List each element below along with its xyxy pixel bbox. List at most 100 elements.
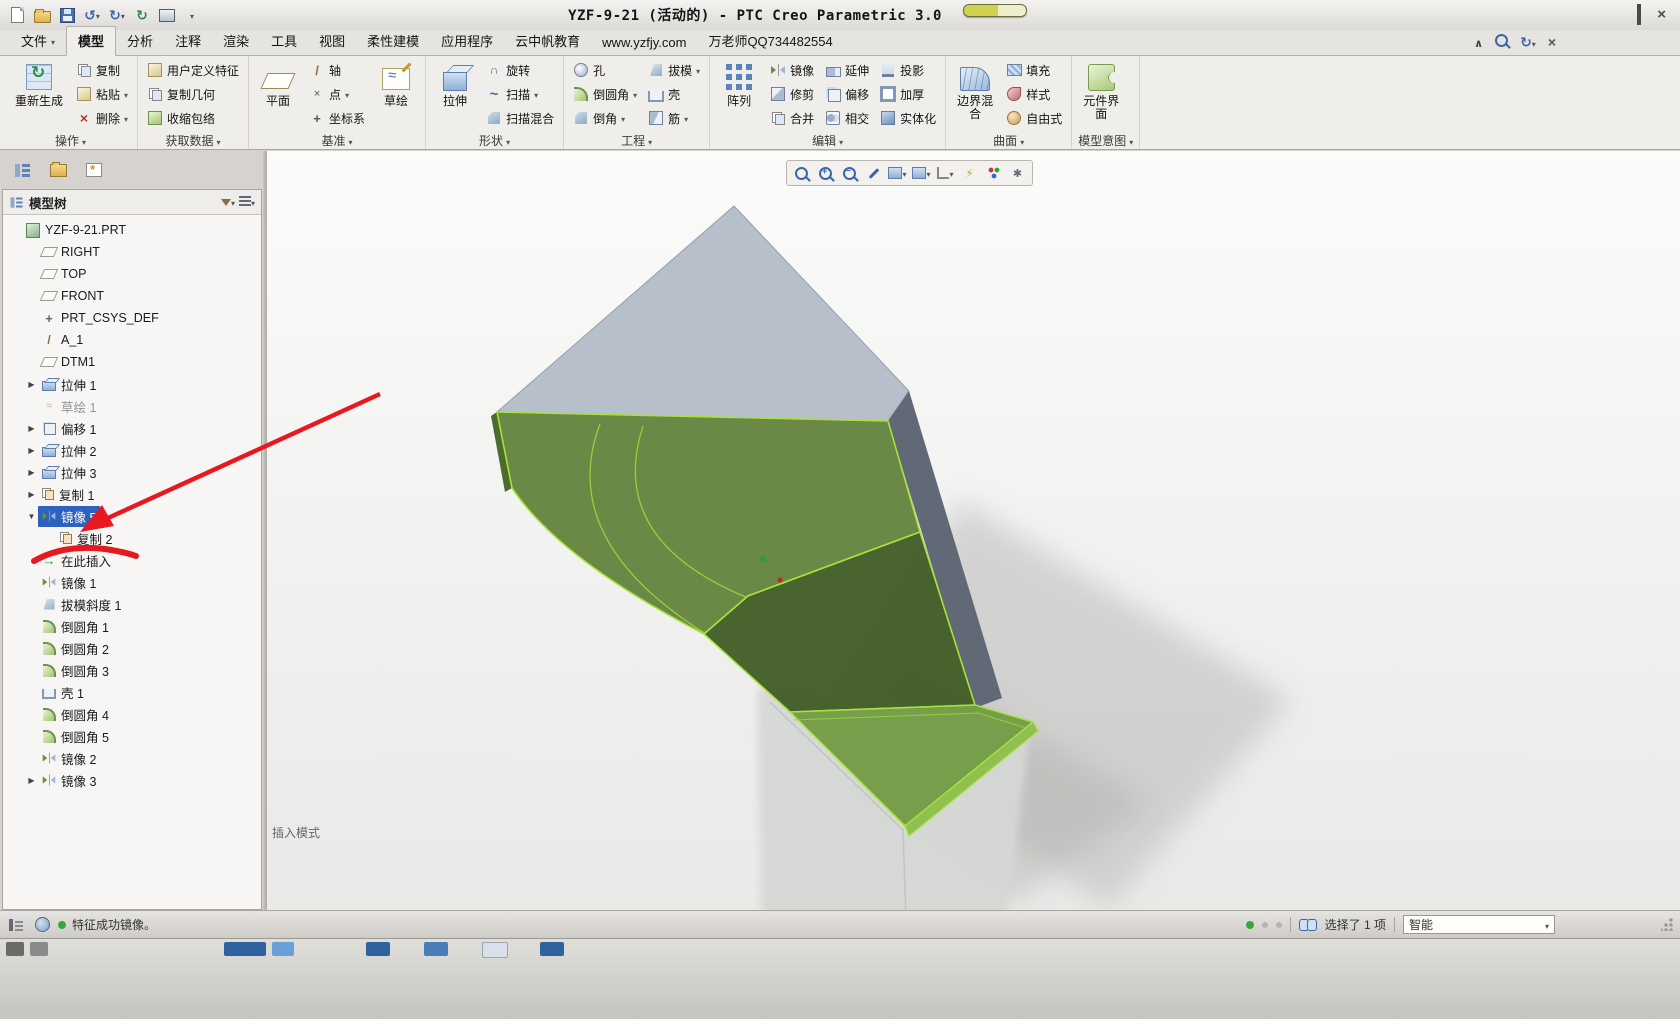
- tree-item-part-root[interactable]: YZF-9-21.PRT: [3, 219, 261, 241]
- undo-caret-icon[interactable]: [96, 6, 100, 24]
- extend-button[interactable]: 延伸: [822, 58, 872, 82]
- regenerate-quick-button[interactable]: [131, 5, 153, 25]
- expander-icon[interactable]: [25, 488, 38, 501]
- copy-button[interactable]: 复制: [73, 58, 131, 82]
- statusbar-tree-toggle-button[interactable]: [6, 916, 26, 934]
- panel-resize-sash[interactable]: [263, 151, 267, 910]
- tree-item-axis-a1[interactable]: A_1: [3, 329, 261, 351]
- expander-icon[interactable]: [25, 774, 38, 787]
- copy-geometry-button[interactable]: 复制几何: [144, 82, 242, 106]
- taskbar-icon[interactable]: [30, 942, 48, 956]
- mirror-button[interactable]: 镜像: [767, 58, 817, 82]
- ribbon-group-label-engineering[interactable]: 工程: [570, 132, 703, 149]
- graphics-viewport[interactable]: [267, 151, 1680, 910]
- new-file-button[interactable]: [6, 5, 28, 25]
- expander-icon[interactable]: [25, 422, 38, 435]
- project-button[interactable]: 投影: [877, 58, 939, 82]
- open-button[interactable]: [31, 5, 53, 25]
- pattern-button[interactable]: 阵列: [716, 58, 762, 108]
- tree-item-sketch-1[interactable]: 草绘 1: [3, 395, 261, 417]
- saved-orientations-button[interactable]: [911, 163, 932, 183]
- thicken-button[interactable]: 加厚: [877, 82, 939, 106]
- taskbar-app-button[interactable]: [272, 942, 294, 956]
- spin-center-button[interactable]: [1007, 163, 1028, 183]
- expander-icon[interactable]: [25, 466, 38, 479]
- close-button[interactable]: ×: [1657, 10, 1666, 20]
- zoom-out-button[interactable]: [839, 163, 860, 183]
- tab-tools[interactable]: 工具: [260, 27, 308, 55]
- tree-item-insert-here[interactable]: 在此插入: [3, 549, 261, 571]
- tree-item-datum-front[interactable]: FRONT: [3, 285, 261, 307]
- tree-item-csys-def[interactable]: PRT_CSYS_DEF: [3, 307, 261, 329]
- shell-button[interactable]: 壳: [645, 82, 703, 106]
- plane-button[interactable]: 平面: [255, 58, 301, 108]
- folder-browser-button[interactable]: [44, 157, 72, 183]
- expander-icon[interactable]: [25, 378, 38, 391]
- tree-item-shell-1[interactable]: 壳 1: [3, 681, 261, 703]
- tree-item-round-1[interactable]: 倒圆角 1: [3, 615, 261, 637]
- trim-button[interactable]: 修剪: [767, 82, 817, 106]
- find-icon[interactable]: [1299, 919, 1317, 930]
- tab-model[interactable]: 模型: [66, 26, 116, 56]
- graphics-display-button[interactable]: [983, 163, 1004, 183]
- close-window-mini-button[interactable]: [1548, 34, 1556, 52]
- display-style-button[interactable]: [887, 163, 908, 183]
- taskbar-app-button[interactable]: [424, 942, 448, 956]
- sketch-button[interactable]: 草绘: [373, 58, 419, 108]
- boundary-blend-button[interactable]: 边界混合: [952, 58, 998, 121]
- ribbon-group-label-surfaces[interactable]: 曲面: [952, 132, 1065, 149]
- tab-flexible-modeling[interactable]: 柔性建模: [356, 27, 430, 55]
- merge-button[interactable]: 合并: [767, 106, 817, 130]
- tree-settings-button[interactable]: [239, 193, 255, 211]
- tab-annotate[interactable]: 注释: [164, 27, 212, 55]
- tree-item-extrude-3[interactable]: 拉伸 3: [3, 461, 261, 483]
- tab-analysis[interactable]: 分析: [116, 27, 164, 55]
- expander-icon[interactable]: [25, 444, 38, 457]
- tree-item-round-3[interactable]: 倒圆角 3: [3, 659, 261, 681]
- tab-view[interactable]: 视图: [308, 27, 356, 55]
- ribbon-group-label-datum[interactable]: 基准: [255, 132, 419, 149]
- shrinkwrap-button[interactable]: 收缩包络: [144, 106, 242, 130]
- tree-item-round-5[interactable]: 倒圆角 5: [3, 725, 261, 747]
- tree-item-draft-1[interactable]: 拔模斜度 1: [3, 593, 261, 615]
- customize-toolbar-button[interactable]: [181, 5, 203, 25]
- tree-item-datum-right[interactable]: RIGHT: [3, 241, 261, 263]
- round-button[interactable]: 倒圆角: [570, 82, 640, 106]
- resize-grip[interactable]: [1661, 918, 1674, 931]
- taskbar-app-button[interactable]: [540, 942, 564, 956]
- axis-button[interactable]: 轴: [306, 58, 368, 82]
- tree-item-mirror-2[interactable]: 镜像 2: [3, 747, 261, 769]
- refit-button[interactable]: [791, 163, 812, 183]
- solidify-button[interactable]: 实体化: [877, 106, 939, 130]
- regenerate-button[interactable]: 重新生成: [10, 58, 68, 108]
- tab-render[interactable]: 渲染: [212, 27, 260, 55]
- fill-button[interactable]: 填充: [1003, 58, 1065, 82]
- tab-applications[interactable]: 应用程序: [430, 27, 504, 55]
- point-button[interactable]: 点: [306, 82, 368, 106]
- tab-promo-qq[interactable]: 万老师QQ734482554: [697, 27, 843, 55]
- freestyle-button[interactable]: 自由式: [1003, 106, 1065, 130]
- paste-button[interactable]: 粘贴: [73, 82, 131, 106]
- tree-filter-button[interactable]: [221, 193, 235, 211]
- selection-filter-dropdown[interactable]: 智能: [1403, 915, 1555, 934]
- 3d-model-canvas[interactable]: [267, 151, 1680, 910]
- model-tree-toggle-button[interactable]: [8, 157, 36, 183]
- tree-item-dtm1[interactable]: DTM1: [3, 351, 261, 373]
- tree-item-mirror-5[interactable]: 镜像 5: [3, 505, 261, 527]
- udf-button[interactable]: 用户定义特征: [144, 58, 242, 82]
- statusbar-browser-toggle-button[interactable]: [32, 916, 52, 934]
- style-button[interactable]: 样式: [1003, 82, 1065, 106]
- delete-button[interactable]: 删除: [73, 106, 131, 130]
- offset-button[interactable]: 偏移: [822, 82, 872, 106]
- tree-item-copy-2[interactable]: 复制 2: [3, 527, 261, 549]
- taskbar-app-button[interactable]: [224, 942, 266, 956]
- save-button[interactable]: [56, 5, 78, 25]
- tree-item-mirror-1[interactable]: 镜像 1: [3, 571, 261, 593]
- tree-item-round-2[interactable]: 倒圆角 2: [3, 637, 261, 659]
- taskbar-icon[interactable]: [6, 942, 24, 956]
- revolve-button[interactable]: 旋转: [483, 58, 557, 82]
- component-interface-button[interactable]: 元件界面: [1078, 58, 1124, 121]
- favorites-button[interactable]: [80, 157, 108, 183]
- hole-button[interactable]: 孔: [570, 58, 640, 82]
- maximize-button[interactable]: [1637, 6, 1641, 24]
